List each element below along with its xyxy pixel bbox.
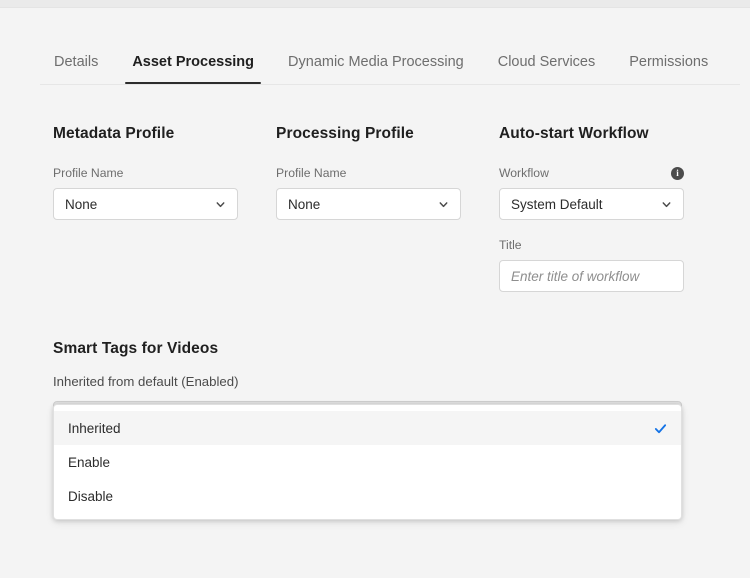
chevron-down-icon: [661, 199, 672, 210]
dropdown-option-enable[interactable]: Enable: [54, 445, 681, 479]
processing-profile-label-row: Profile Name: [276, 166, 461, 181]
processing-profile-select[interactable]: None: [276, 188, 461, 220]
window-top-band: [0, 0, 750, 8]
checkmark-icon: [654, 422, 667, 435]
dropdown-option-disable[interactable]: Disable: [54, 479, 681, 513]
workflow-title-label: Title: [499, 238, 522, 253]
metadata-profile-field: Profile Name None: [53, 166, 238, 220]
metadata-profile-section: Metadata Profile Profile Name None: [53, 125, 238, 292]
metadata-profile-heading: Metadata Profile: [53, 125, 238, 143]
tab-cloud-services[interactable]: Cloud Services: [481, 40, 613, 84]
processing-profile-field: Profile Name None: [276, 166, 461, 220]
dropdown-option-label: Inherited: [68, 421, 654, 436]
dropdown-option-inherited[interactable]: Inherited: [54, 411, 681, 445]
workflow-field: Workflow i System Default: [499, 166, 684, 220]
chevron-down-icon: [438, 199, 449, 210]
dropdown-option-label: Enable: [68, 455, 667, 470]
workflow-title-input[interactable]: [499, 260, 684, 292]
tab-details[interactable]: Details: [40, 40, 115, 84]
processing-profile-section: Processing Profile Profile Name None: [276, 125, 461, 292]
workflow-label: Workflow: [499, 166, 549, 181]
processing-profile-label: Profile Name: [276, 166, 346, 181]
tab-dynamic-media-processing[interactable]: Dynamic Media Processing: [271, 40, 481, 84]
form-content: Metadata Profile Profile Name None Proce…: [53, 125, 713, 434]
tab-list: Details Asset Processing Dynamic Media P…: [40, 40, 740, 84]
tab-permissions[interactable]: Permissions: [612, 40, 725, 84]
processing-profile-select-value: None: [288, 197, 432, 212]
workflow-select[interactable]: System Default: [499, 188, 684, 220]
info-icon[interactable]: i: [671, 167, 684, 180]
tab-bar-divider: [40, 84, 740, 85]
metadata-profile-select-value: None: [65, 197, 209, 212]
workflow-title-field: Title: [499, 238, 684, 292]
workflow-select-value: System Default: [511, 197, 655, 212]
metadata-profile-label-row: Profile Name: [53, 166, 238, 181]
workflow-title-label-row: Title: [499, 238, 684, 253]
smart-tags-heading: Smart Tags for Videos: [53, 340, 682, 358]
dropdown-option-label: Disable: [68, 489, 667, 504]
metadata-profile-select[interactable]: None: [53, 188, 238, 220]
asset-processing-page: Details Asset Processing Dynamic Media P…: [0, 0, 750, 578]
autostart-workflow-heading: Auto-start Workflow: [499, 125, 684, 143]
tab-bar: Details Asset Processing Dynamic Media P…: [40, 40, 740, 85]
workflow-label-row: Workflow i: [499, 166, 684, 181]
tab-asset-processing[interactable]: Asset Processing: [115, 40, 271, 84]
processing-profile-heading: Processing Profile: [276, 125, 461, 143]
metadata-profile-label: Profile Name: [53, 166, 123, 181]
autostart-workflow-section: Auto-start Workflow Workflow i System De…: [499, 125, 684, 292]
profile-columns: Metadata Profile Profile Name None Proce…: [53, 125, 713, 292]
chevron-down-icon: [215, 199, 226, 210]
smart-tags-dropdown-popover: Inherited Enable Disable: [53, 404, 682, 520]
smart-tags-helper-text: Inherited from default (Enabled): [53, 374, 682, 389]
